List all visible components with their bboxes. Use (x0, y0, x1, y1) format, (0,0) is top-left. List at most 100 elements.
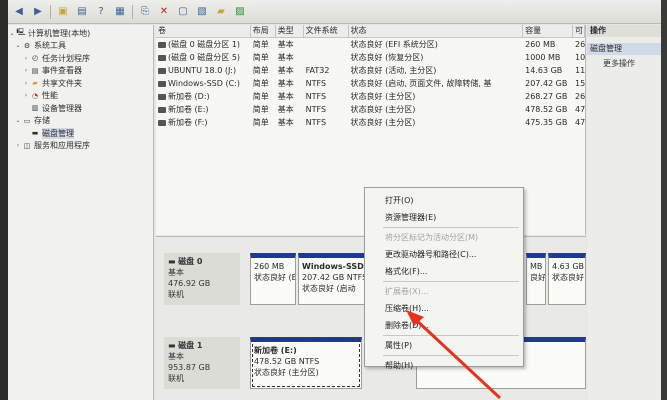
context-menu-item[interactable]: 资源管理器(E) (365, 209, 523, 226)
properties-icon[interactable]: ▤ (75, 5, 89, 19)
chevron-right-icon[interactable]: › (22, 92, 30, 99)
partition-size: 207.42 GB NTFS (302, 273, 368, 282)
cell-type: 基本 (277, 53, 294, 62)
tree-item-label: 性能 (42, 91, 58, 101)
partition-status: 状态良好 (启动 (302, 284, 356, 293)
tree-item-performance[interactable]: › ◔ 性能 (8, 90, 153, 103)
context-menu-item[interactable]: 格式化(F)... (365, 263, 523, 280)
column-header-capacity[interactable]: 容量 (523, 25, 574, 37)
chevron-right-icon[interactable]: › (14, 142, 22, 149)
chevron-right-icon[interactable]: › (22, 55, 30, 62)
tree-item-storage[interactable]: ⌄ ▭ 存储 (8, 115, 153, 128)
cell-status: 状态良好 (主分区) (350, 105, 416, 114)
context-menu-item[interactable]: 打开(O) (365, 192, 523, 209)
partition-block-selected[interactable]: 新加卷 (E:) 478.52 GB NTFS 状态良好 (主分区) (250, 337, 362, 389)
computer-icon: 🖳 (16, 27, 26, 36)
cell-filesystem: FAT32 (305, 66, 330, 75)
context-menu-item[interactable]: 更改驱动器号和路径(C)... (365, 246, 523, 263)
table-row[interactable]: Windows-SSD (C:) 简单 基本 NTFS 状态良好 (启动, 页面文件, … (156, 77, 585, 90)
context-menu-item[interactable]: 属性(P) (365, 337, 523, 354)
tree-item-system-tools[interactable]: ⌄ ⚙ 系统工具 (8, 40, 153, 53)
cell-capacity: 260 MB (525, 40, 556, 49)
delete-icon[interactable]: ✕ (157, 5, 171, 19)
folder-icon[interactable]: ▰ (214, 5, 228, 19)
open-icon[interactable]: ▧ (195, 5, 209, 19)
volume-icon (158, 41, 166, 48)
toolbar-separator (132, 4, 133, 19)
table-row[interactable]: UBUNTU 18.0 (J:) 简单 基本 FAT32 状态良好 (活动, 主分区) 1… (156, 64, 585, 77)
tree-item-services-apps[interactable]: › ◫ 服务和应用程序 (8, 140, 153, 153)
column-header-volume[interactable]: 卷 (156, 25, 251, 37)
actions-section-disk-management[interactable]: 磁盘管理 (587, 43, 667, 55)
shared-folder-icon: ▰ (32, 79, 38, 88)
tree-item-label: 设备管理器 (42, 103, 82, 113)
tree-item-event-viewer[interactable]: › ▤ 事件查看器 (8, 65, 153, 78)
tree-item-task-scheduler[interactable]: › ◴ 任务计划程序 (8, 52, 153, 65)
cell-capacity: 207.42 GB (525, 79, 568, 88)
menu-separator (383, 227, 519, 228)
disk-status: 联机 (168, 290, 184, 299)
help-icon[interactable]: ? (94, 5, 108, 19)
partition-size: MB (530, 262, 543, 271)
volume-list-header: 卷 布局 类型 文件系统 状态 容量 可 (156, 25, 586, 38)
more-actions-link[interactable]: 更多操作 (587, 58, 667, 70)
partition-size: 478.52 GB NTFS (254, 357, 320, 366)
cell-filesystem: NTFS (305, 92, 327, 101)
up-folder-icon[interactable]: ▣ (56, 5, 70, 19)
cell-type: 基本 (277, 40, 294, 49)
back-icon[interactable]: ◀ (12, 5, 26, 19)
partition-status: 良好 (530, 273, 546, 282)
table-row[interactable]: 新加卷 (E:) 简单 基本 NTFS 状态良好 (主分区) 478.52 GB 47 (156, 103, 585, 116)
partition-block[interactable]: Windows-SSD 207.42 GB NTFS 状态良好 (启动 (298, 253, 370, 305)
settings-icon[interactable]: ▨ (233, 5, 247, 19)
partition-block[interactable]: 260 MB 状态良好 (EF (250, 253, 296, 305)
tree-item-disk-management[interactable]: ▬ 磁盘管理 (8, 127, 153, 140)
new-icon[interactable]: ▢ (176, 5, 190, 19)
connect-icon[interactable]: ⎘ (138, 5, 152, 19)
cell-volume: (磁盘 0 磁盘分区 5) (156, 52, 251, 63)
view-icon[interactable]: ▦ (113, 5, 127, 19)
forward-icon[interactable]: ▶ (31, 5, 45, 19)
cell-layout: 简单 (252, 105, 269, 114)
tree-item-label: 共享文件夹 (42, 78, 82, 88)
volume-icon (158, 119, 166, 126)
cell-layout: 简单 (252, 40, 269, 49)
volume-icon (158, 93, 166, 100)
context-menu-item: 扩展卷(X)... (385, 287, 429, 296)
disk-info[interactable]: ▬ 磁盘 0 基本 476.92 GB 联机 (164, 253, 240, 305)
volume-icon (158, 67, 166, 74)
cell-volume: 新加卷 (D:) (156, 91, 251, 102)
disk-management-window: ◀ ▶ ▣ ▤ ? ▦ ⎘ ✕ ▢ ▧ ▰ ▨ ⌄ 🖳 计算机管理(本地) ⌄ … (8, 0, 667, 400)
tree-item-shared-folders[interactable]: › ▰ 共享文件夹 (8, 77, 153, 90)
chevron-right-icon[interactable]: › (22, 67, 30, 74)
partition-status: 状态良好 (活动 (552, 273, 585, 282)
chevron-down-icon[interactable]: ⌄ (14, 117, 22, 124)
context-menu-item[interactable]: 帮助(H) (365, 357, 523, 374)
table-row[interactable]: (磁盘 0 磁盘分区 1) 简单 基本 状态良好 (EFI 系统分区) 260 MB 26 (156, 38, 585, 51)
partition-block[interactable]: MB 良好 (526, 253, 546, 305)
column-header-type[interactable]: 类型 (276, 25, 304, 37)
disk-info[interactable]: ▬ 磁盘 1 基本 953.87 GB 联机 (164, 337, 240, 389)
chevron-right-icon[interactable]: › (22, 80, 30, 87)
volume-name: (磁盘 0 磁盘分区 5) (168, 53, 241, 62)
partition-block[interactable]: 4.63 GB FAT32 状态良好 (活动 (548, 253, 586, 305)
column-header-status[interactable]: 状态 (349, 25, 524, 37)
chevron-down-icon[interactable]: ⌄ (14, 42, 22, 49)
context-menu-item[interactable]: 压缩卷(H)... (365, 300, 523, 317)
column-header-layout[interactable]: 布局 (251, 25, 276, 37)
chevron-down-icon[interactable]: ⌄ (8, 30, 16, 37)
table-row[interactable]: (磁盘 0 磁盘分区 5) 简单 基本 状态良好 (恢复分区) 1000 MB 10 (156, 51, 585, 64)
cell-capacity: 475.35 GB (525, 118, 568, 127)
performance-icon: ◔ (31, 91, 39, 100)
column-header-filesystem[interactable]: 文件系统 (304, 25, 349, 37)
tree-item-device-manager[interactable]: ▥ 设备管理器 (8, 102, 153, 115)
tree-item-computer-management[interactable]: ⌄ 🖳 计算机管理(本地) (8, 27, 153, 40)
cell-volume: UBUNTU 18.0 (J:) (156, 66, 251, 75)
table-row[interactable]: 新加卷 (D:) 简单 基本 NTFS 状态良好 (主分区) 268.27 GB 26 (156, 90, 585, 103)
context-menu-item[interactable]: 删除卷(D)... (365, 317, 523, 334)
storage-icon: ▭ (23, 116, 31, 125)
cell-status: 状态良好 (恢复分区) (350, 53, 424, 62)
column-header-free[interactable]: 可 (573, 25, 586, 37)
cell-capacity: 1000 MB (525, 53, 561, 62)
table-row[interactable]: 新加卷 (F:) 简单 基本 NTFS 状态良好 (主分区) 475.35 GB 47 (156, 116, 585, 129)
